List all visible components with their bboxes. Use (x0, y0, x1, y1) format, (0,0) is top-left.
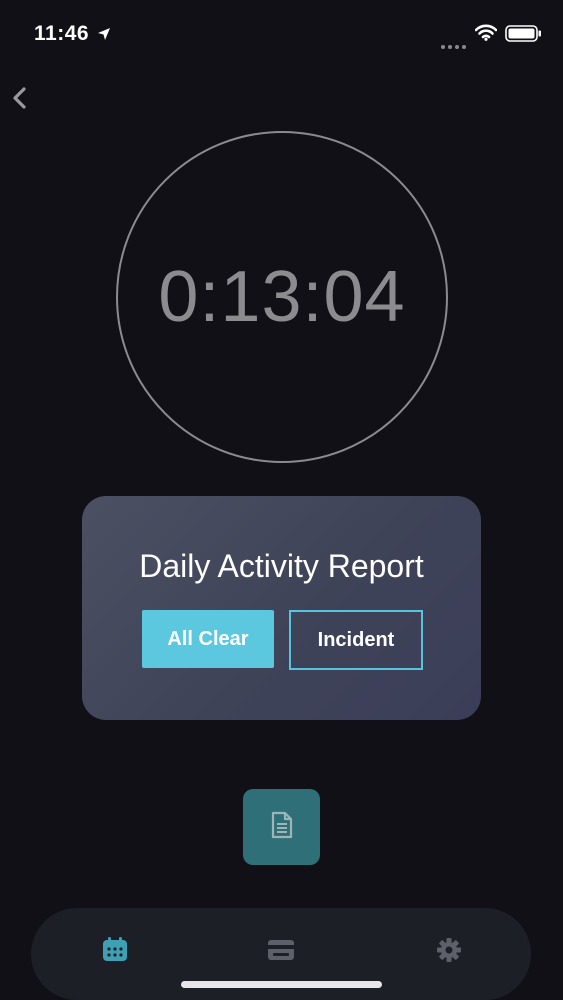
gear-icon (435, 936, 463, 969)
document-icon (269, 811, 295, 844)
all-clear-button[interactable]: All Clear (142, 610, 274, 668)
notes-button[interactable] (243, 789, 320, 865)
report-title: Daily Activity Report (139, 548, 424, 584)
calendar-icon (101, 936, 129, 969)
incident-button[interactable]: Incident (289, 610, 423, 670)
tab-settings[interactable] (389, 908, 509, 996)
wifi-icon (474, 24, 498, 41)
back-button[interactable] (6, 84, 36, 114)
status-time: 11:46 (34, 22, 90, 45)
tab-schedule[interactable] (55, 908, 175, 996)
daily-activity-report-card: Daily Activity Report All Clear Incident (82, 496, 481, 720)
chevron-left-icon (6, 87, 36, 118)
wallet-icon (266, 937, 296, 968)
battery-icon (505, 25, 542, 42)
home-indicator (181, 981, 382, 988)
timer-display: 0:13:04 (158, 257, 406, 337)
status-bar: 11:46 (0, 0, 563, 70)
signal-icon (440, 37, 468, 49)
location-arrow-icon (97, 27, 111, 41)
